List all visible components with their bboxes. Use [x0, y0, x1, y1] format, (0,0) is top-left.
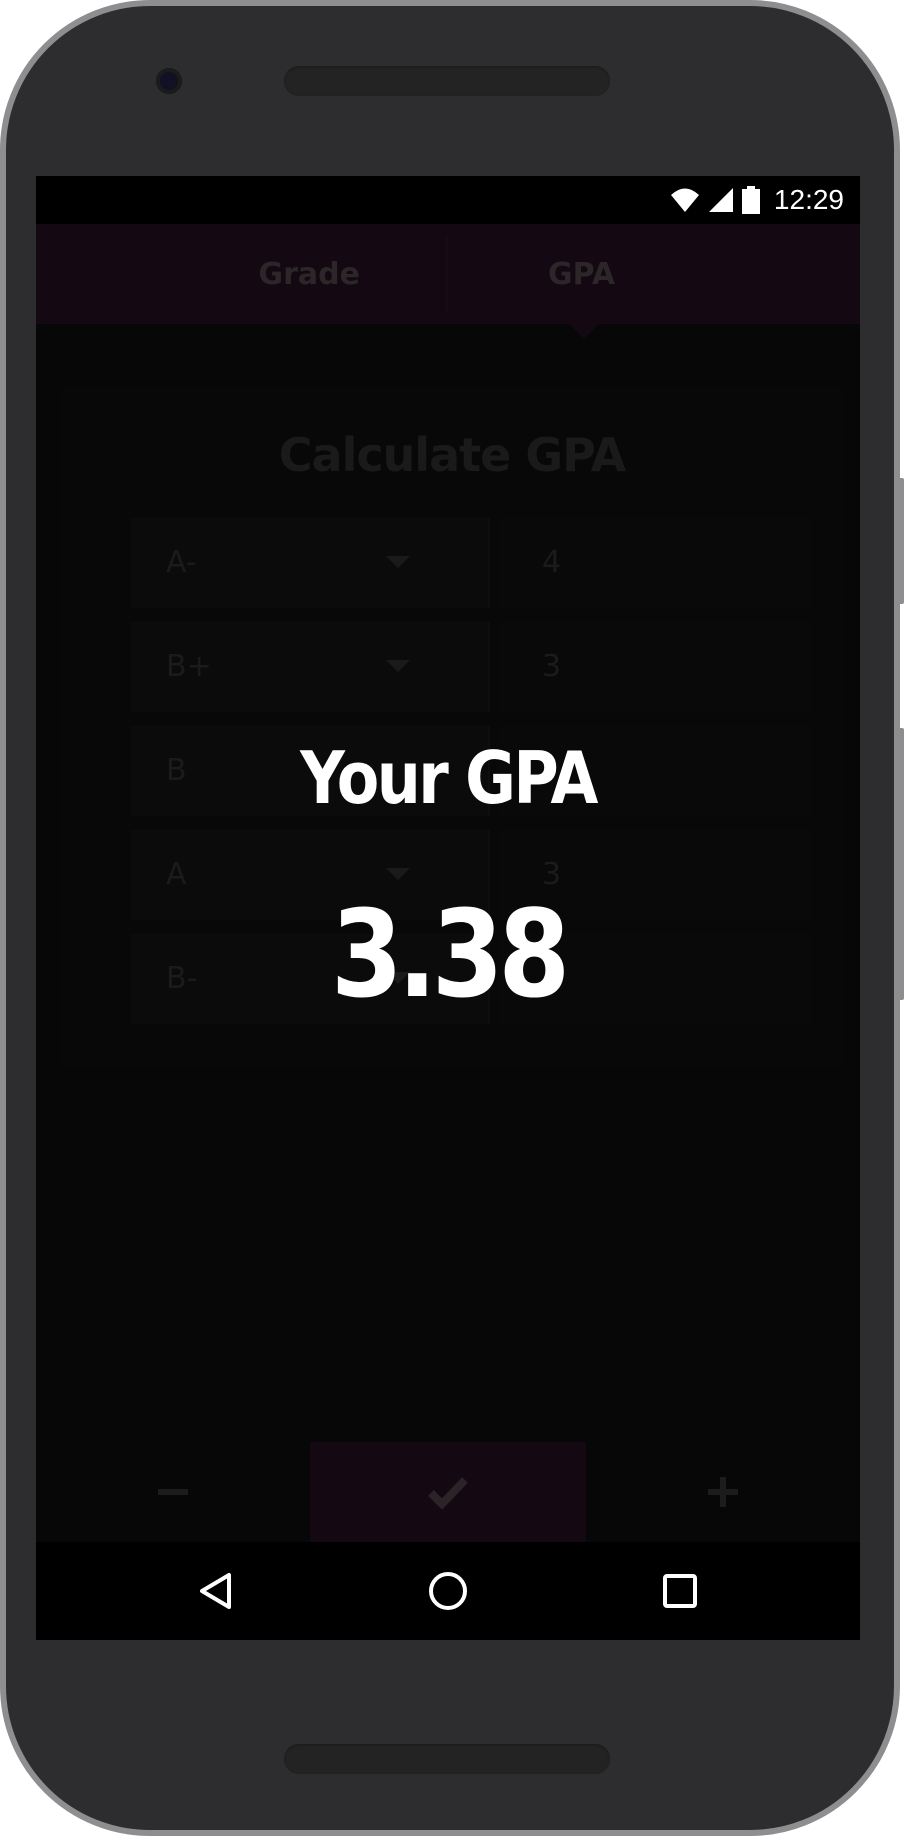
earpiece-speaker: [284, 66, 610, 96]
wifi-icon: [670, 188, 699, 212]
home-icon: [429, 1572, 467, 1610]
status-bar: 12:29: [36, 176, 860, 224]
volume-button: [896, 728, 904, 1000]
remove-course-button[interactable]: [36, 1442, 310, 1542]
tab-grade-label: Grade: [258, 256, 360, 292]
app-screen: 12:29 Grade GPA Calculate GPA A- 4 B+ 3 …: [36, 176, 860, 1640]
check-icon: [428, 1477, 468, 1509]
grade-value: A-: [166, 545, 197, 580]
battery-icon: [741, 186, 760, 214]
dropdown-arrow-icon: [386, 556, 410, 568]
add-course-button[interactable]: [586, 1442, 860, 1542]
back-icon: [200, 1573, 231, 1609]
tab-grade[interactable]: Grade: [36, 224, 448, 324]
credits-input[interactable]: 3: [498, 622, 810, 712]
recents-icon: [663, 1574, 697, 1608]
dropdown-arrow-icon: [386, 660, 410, 672]
course-row: B+ 3: [130, 622, 810, 712]
front-camera: [156, 68, 182, 94]
plus-icon: [708, 1477, 738, 1507]
tab-gpa[interactable]: GPA: [448, 224, 860, 324]
navigation-bar: [36, 1542, 860, 1640]
credits-value: 4: [542, 545, 562, 580]
course-row: A- 4: [130, 518, 810, 608]
tab-bar: Grade GPA: [36, 224, 860, 324]
card-title: Calculate GPA: [278, 428, 626, 482]
result-title: Your GPA: [300, 736, 598, 820]
status-time: 12:29: [773, 184, 844, 215]
dropdown-arrow-icon: [386, 868, 410, 880]
action-bar: [36, 1442, 860, 1542]
calculate-button[interactable]: [310, 1442, 586, 1542]
home-button[interactable]: [388, 1542, 508, 1640]
signal-icon: [708, 188, 733, 212]
power-button: [896, 478, 904, 604]
credits-value: 3: [542, 649, 562, 684]
credits-input[interactable]: 4: [498, 518, 810, 608]
grade-dropdown[interactable]: B+: [130, 622, 490, 712]
back-button[interactable]: [156, 1542, 276, 1640]
result-gpa-value: 3.38: [330, 886, 570, 1025]
recents-button[interactable]: [620, 1542, 740, 1640]
tab-gpa-label: GPA: [548, 256, 616, 292]
grade-value: B+: [166, 649, 212, 684]
bottom-speaker: [284, 1744, 610, 1774]
minus-icon: [158, 1489, 188, 1495]
grade-dropdown[interactable]: A-: [130, 518, 490, 608]
